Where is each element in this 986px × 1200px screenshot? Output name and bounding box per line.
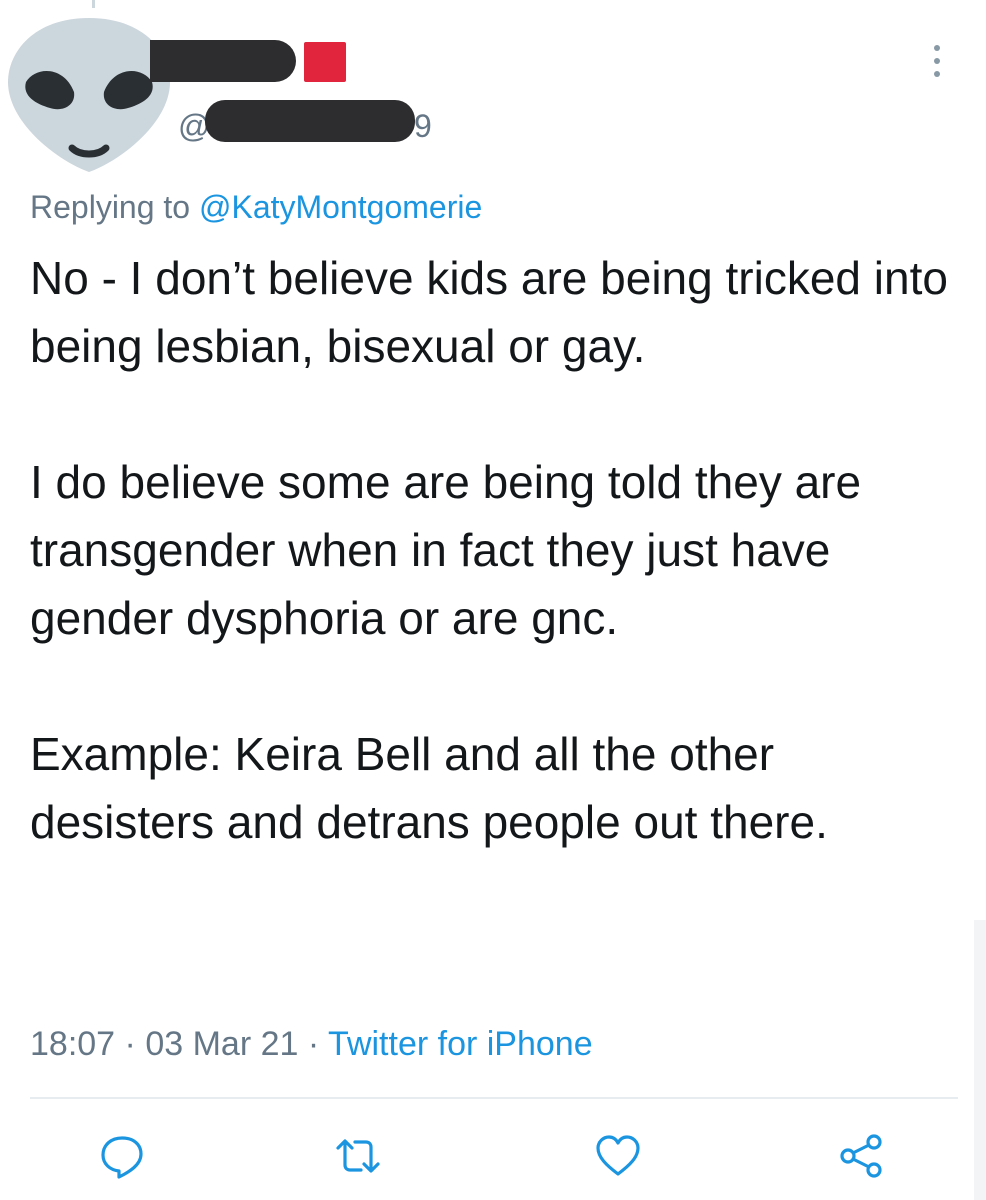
alien-face-icon[interactable] <box>4 10 174 180</box>
display-name-redaction <box>150 40 296 82</box>
reply-button[interactable] <box>98 1132 146 1180</box>
more-vertical-icon[interactable] <box>930 45 944 85</box>
scroll-edge <box>974 920 986 1200</box>
meta-separator: · <box>307 1025 320 1063</box>
tweet-paragraph-1: No - I don’t believe kids are being tric… <box>30 252 948 372</box>
tweet-source-link[interactable]: Twitter for iPhone <box>328 1025 593 1063</box>
replying-to-label: Replying to <box>30 189 191 225</box>
replying-to-line: Replying to @KatyMontgomerie <box>30 187 482 227</box>
tweet-paragraph-2: I do believe some are being told they ar… <box>30 456 862 644</box>
tweet-metadata: 18:07 · 03 Mar 21 · Twitter for iPhone <box>30 1022 593 1066</box>
tweet-text: No - I don’t believe kids are being tric… <box>30 244 960 856</box>
thread-connector-line <box>92 0 95 8</box>
meta-separator: · <box>124 1025 136 1063</box>
retweet-button[interactable] <box>334 1132 382 1180</box>
handle-redaction <box>205 100 415 142</box>
handle-suffix: 9 <box>414 108 432 144</box>
like-button[interactable] <box>594 1132 642 1180</box>
tweet-time: 18:07 <box>30 1025 116 1063</box>
retweet-icon <box>336 1139 380 1173</box>
share-button[interactable] <box>838 1132 886 1180</box>
like-icon <box>596 1135 640 1176</box>
share-icon <box>840 1134 882 1178</box>
reply-icon <box>101 1136 143 1179</box>
badge-icon <box>304 42 346 82</box>
tweet-date: 03 Mar 21 <box>145 1025 299 1063</box>
divider <box>30 1097 958 1099</box>
mention-link[interactable]: @KatyMontgomerie <box>199 189 482 225</box>
tweet-paragraph-3: Example: Keira Bell and all the other de… <box>30 728 828 848</box>
tweet-card[interactable]: @ 9 Replying to @KatyMontgomerie No - I … <box>0 0 986 1200</box>
